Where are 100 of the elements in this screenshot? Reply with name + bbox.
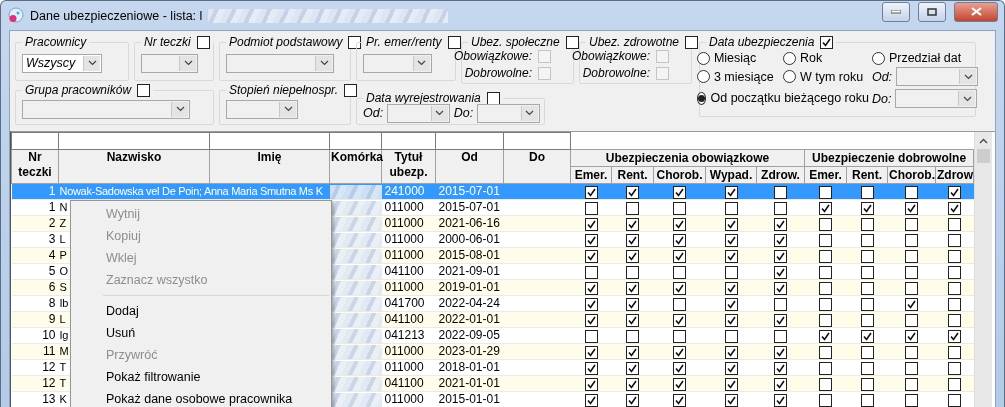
checkbox[interactable] — [673, 393, 686, 407]
checkbox[interactable] — [584, 217, 598, 231]
checkbox[interactable] — [774, 281, 787, 295]
checkbox[interactable] — [860, 297, 874, 311]
radio-option[interactable]: 3 miesiące — [696, 67, 780, 87]
checkbox[interactable] — [948, 393, 962, 407]
filter-field[interactable] — [58, 132, 210, 150]
checkbox[interactable] — [948, 361, 962, 375]
checkbox[interactable] — [626, 201, 639, 215]
checkbox[interactable] — [819, 217, 832, 231]
scrollbar[interactable] — [974, 132, 993, 407]
checkbox[interactable] — [584, 265, 598, 279]
checkbox[interactable] — [673, 297, 686, 311]
checkbox[interactable] — [905, 393, 918, 407]
checkbox[interactable] — [626, 313, 639, 327]
close-button[interactable] — [954, 1, 998, 22]
checkbox[interactable] — [774, 377, 787, 391]
checkbox[interactable] — [860, 393, 874, 407]
checkbox[interactable] — [905, 201, 918, 215]
checkbox[interactable] — [584, 313, 598, 327]
checkbox[interactable] — [948, 281, 962, 295]
checkbox[interactable] — [774, 185, 787, 199]
filter-field[interactable] — [381, 132, 436, 150]
checkbox[interactable] — [905, 185, 918, 199]
maximize-button[interactable] — [918, 1, 946, 22]
checkbox[interactable] — [626, 265, 639, 279]
checkbox[interactable] — [860, 233, 874, 247]
column-header[interactable]: Nr teczki — [11, 149, 59, 184]
checkbox[interactable] — [948, 185, 962, 199]
checkbox[interactable] — [724, 265, 738, 279]
column-header[interactable]: Od — [435, 149, 504, 184]
checkbox[interactable] — [948, 249, 962, 263]
checkbox[interactable] — [905, 265, 918, 279]
checkbox[interactable] — [819, 329, 832, 343]
checkbox[interactable] — [724, 201, 738, 215]
checkbox[interactable] — [584, 393, 598, 407]
checkbox[interactable] — [584, 185, 598, 199]
checkbox[interactable] — [948, 345, 962, 359]
checkbox[interactable] — [860, 185, 874, 199]
checkbox[interactable] — [905, 313, 918, 327]
checkbox[interactable] — [819, 281, 832, 295]
checkbox[interactable] — [860, 361, 874, 375]
checkbox[interactable] — [948, 313, 962, 327]
checkbox[interactable] — [724, 185, 738, 199]
checkbox[interactable] — [626, 393, 639, 407]
radio-button[interactable] — [782, 51, 796, 65]
checkbox[interactable] — [724, 345, 738, 359]
checkbox[interactable] — [584, 233, 598, 247]
checkbox[interactable] — [820, 35, 834, 49]
checkbox[interactable] — [724, 377, 738, 391]
checkbox[interactable] — [486, 91, 500, 105]
checkbox[interactable] — [860, 377, 874, 391]
checkbox[interactable] — [626, 217, 639, 231]
dropdown[interactable]: Wszyscy — [22, 53, 102, 73]
checkbox[interactable] — [584, 345, 598, 359]
checkbox[interactable] — [819, 377, 832, 391]
checkbox[interactable] — [673, 361, 686, 375]
checkbox[interactable] — [905, 377, 918, 391]
checkbox[interactable] — [584, 377, 598, 391]
radio-button[interactable] — [696, 70, 710, 84]
column-header[interactable]: Do — [503, 149, 571, 184]
checkbox[interactable] — [196, 35, 210, 49]
checkbox[interactable] — [819, 249, 832, 263]
checkbox[interactable] — [819, 345, 832, 359]
checkbox[interactable] — [724, 393, 738, 407]
scroll-up-icon[interactable] — [979, 137, 989, 144]
checkbox[interactable] — [774, 217, 787, 231]
checkbox[interactable] — [860, 281, 874, 295]
filter-field[interactable] — [209, 132, 330, 150]
checkbox[interactable] — [348, 35, 362, 49]
checkbox[interactable] — [774, 393, 787, 407]
checkbox[interactable] — [819, 393, 832, 407]
checkbox[interactable] — [819, 297, 832, 311]
checkbox[interactable] — [774, 233, 787, 247]
checkbox[interactable] — [774, 329, 787, 343]
checkbox[interactable] — [948, 297, 962, 311]
checkbox[interactable] — [905, 217, 918, 231]
column-header[interactable]: Komórka — [329, 149, 382, 184]
checkbox[interactable] — [626, 297, 639, 311]
checkbox[interactable] — [774, 361, 787, 375]
radio-option[interactable]: W tym roku — [782, 67, 869, 87]
checkbox[interactable] — [724, 361, 738, 375]
checkbox[interactable] — [447, 35, 461, 49]
checkbox[interactable] — [673, 265, 686, 279]
column-header[interactable]: Imię — [209, 149, 330, 184]
checkbox[interactable] — [905, 281, 918, 295]
filter-field[interactable] — [503, 132, 571, 150]
checkbox[interactable] — [948, 201, 962, 215]
minimize-button[interactable] — [882, 1, 910, 22]
checkbox[interactable] — [673, 201, 686, 215]
checkbox[interactable] — [673, 233, 686, 247]
checkbox[interactable] — [584, 361, 598, 375]
radio-button[interactable] — [696, 51, 710, 65]
checkbox[interactable] — [774, 345, 787, 359]
checkbox[interactable] — [584, 329, 598, 343]
checkbox[interactable] — [673, 345, 686, 359]
checkbox[interactable] — [626, 233, 639, 247]
checkbox[interactable] — [724, 313, 738, 327]
checkbox[interactable] — [584, 297, 598, 311]
checkbox[interactable] — [673, 217, 686, 231]
